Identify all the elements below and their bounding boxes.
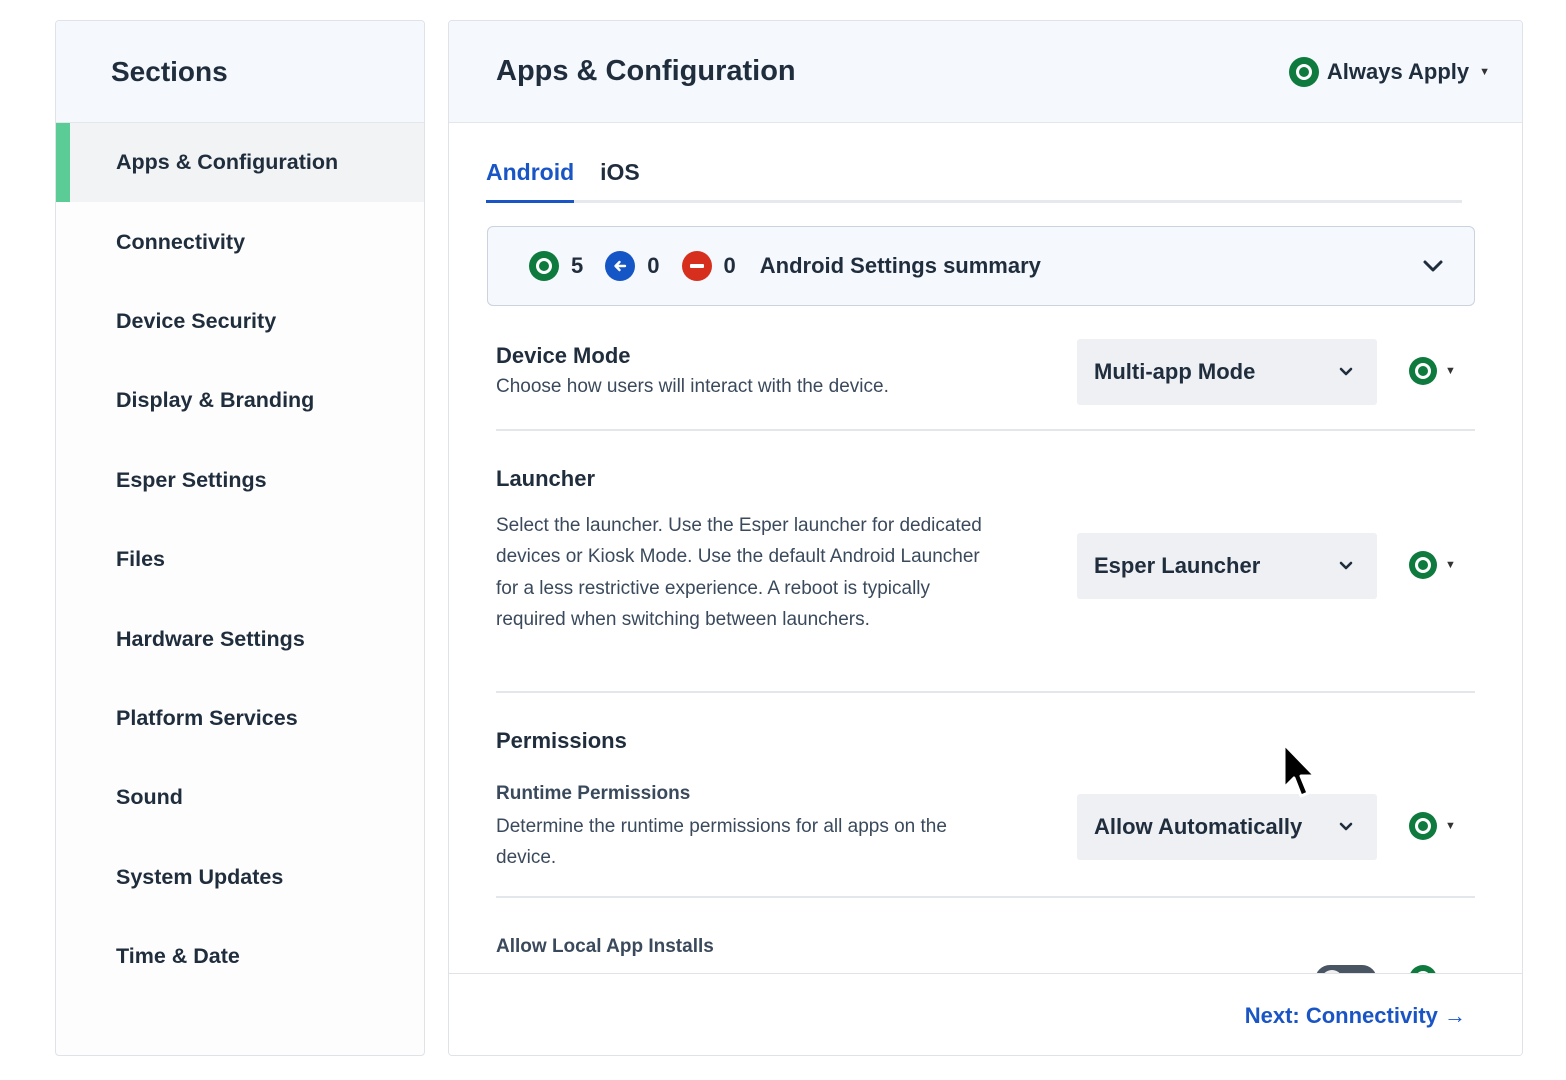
next-connectivity-link[interactable]: Next: Connectivity → (1245, 1003, 1466, 1029)
chevron-down-icon (1339, 561, 1353, 570)
sidebar-item-apps-configuration[interactable]: Apps & Configuration (56, 123, 424, 203)
inherited-count-badge: 0 (605, 251, 660, 281)
device-mode-status-dropdown[interactable]: ▼ (1409, 357, 1456, 385)
caret-down-icon: ▼ (1445, 365, 1456, 377)
applied-count: 5 (571, 253, 584, 278)
removed-count: 0 (723, 253, 736, 278)
main-panel: Apps & Configuration Always Apply ▼ Andr… (448, 20, 1523, 1056)
applied-status-icon (1409, 357, 1437, 385)
sections-sidebar: Sections Apps & Configuration Connectivi… (55, 20, 425, 1056)
platform-tabs: Android iOS (486, 157, 1462, 203)
page-title: Apps & Configuration (496, 55, 796, 87)
tab-android[interactable]: Android (486, 157, 575, 203)
sidebar-item-connectivity[interactable]: Connectivity (56, 202, 424, 281)
permissions-title: Permissions (496, 728, 627, 753)
tab-ios[interactable]: iOS (600, 157, 640, 203)
summary-title: Android Settings summary (759, 253, 1041, 278)
runtime-permissions-value: Allow Automatically (1094, 814, 1303, 839)
launcher-value: Esper Launcher (1094, 553, 1261, 578)
local-app-installs-title: Allow Local App Installs (496, 936, 714, 957)
sidebar-item-device-security[interactable]: Device Security (56, 282, 424, 361)
launcher-status-dropdown[interactable]: ▼ (1409, 551, 1456, 579)
applied-status-icon (1288, 56, 1319, 87)
minus-icon (681, 251, 712, 281)
sidebar-header: Sections (56, 21, 424, 123)
sidebar-item-platform-services[interactable]: Platform Services (56, 679, 424, 758)
main-header: Apps & Configuration Always Apply ▼ (449, 21, 1522, 123)
panel-footer: Next: Connectivity → (449, 973, 1522, 1055)
chevron-down-icon (1422, 255, 1444, 282)
caret-down-icon: ▼ (1479, 65, 1490, 78)
mouse-cursor-icon (1282, 742, 1317, 798)
device-mode-title: Device Mode (496, 343, 631, 368)
apply-mode-dropdown[interactable]: Always Apply ▼ (1288, 56, 1490, 87)
device-mode-description: Choose how users will interact with the … (496, 376, 889, 397)
runtime-permissions-title: Runtime Permissions (496, 783, 691, 804)
caret-down-icon: ▼ (1445, 820, 1456, 832)
applied-count-badge: 5 (529, 251, 583, 281)
arrow-left-icon (605, 251, 636, 281)
sidebar-item-hardware-settings[interactable]: Hardware Settings (56, 599, 424, 678)
sidebar-item-display-branding[interactable]: Display & Branding (56, 361, 424, 440)
applied-status-icon (1409, 812, 1437, 840)
runtime-permissions-status-dropdown[interactable]: ▼ (1409, 812, 1456, 840)
applied-status-icon (529, 251, 559, 281)
sidebar-list: Apps & Configuration Connectivity Device… (56, 123, 424, 996)
divider (496, 429, 1475, 431)
settings-summary-accordion[interactable]: 5 0 0 Android Settings summary (487, 226, 1475, 306)
applied-status-icon (1409, 551, 1437, 579)
launcher-title: Launcher (496, 466, 596, 491)
sidebar-item-esper-settings[interactable]: Esper Settings (56, 441, 424, 520)
runtime-permissions-select[interactable]: Allow Automatically (1077, 794, 1377, 860)
device-mode-select[interactable]: Multi-app Mode (1077, 339, 1377, 405)
removed-count-badge: 0 (681, 251, 736, 281)
sidebar-item-system-updates[interactable]: System Updates (56, 838, 424, 917)
sidebar-item-files[interactable]: Files (56, 520, 424, 599)
chevron-down-icon (1339, 367, 1353, 376)
divider (496, 896, 1475, 898)
device-mode-value: Multi-app Mode (1094, 359, 1256, 384)
apply-mode-label: Always Apply (1326, 58, 1470, 84)
caret-down-icon: ▼ (1445, 559, 1456, 571)
inherited-count: 0 (647, 253, 660, 278)
runtime-permissions-description: Determine the runtime permissions for al… (496, 816, 947, 869)
sidebar-item-sound[interactable]: Sound (56, 758, 424, 837)
divider (496, 691, 1475, 693)
sidebar-title: Sections (111, 55, 228, 87)
launcher-select[interactable]: Esper Launcher (1077, 533, 1377, 599)
sidebar-item-time-date[interactable]: Time & Date (56, 917, 424, 996)
launcher-description: Select the launcher. Use the Esper launc… (496, 515, 982, 630)
chevron-down-icon (1339, 822, 1353, 831)
